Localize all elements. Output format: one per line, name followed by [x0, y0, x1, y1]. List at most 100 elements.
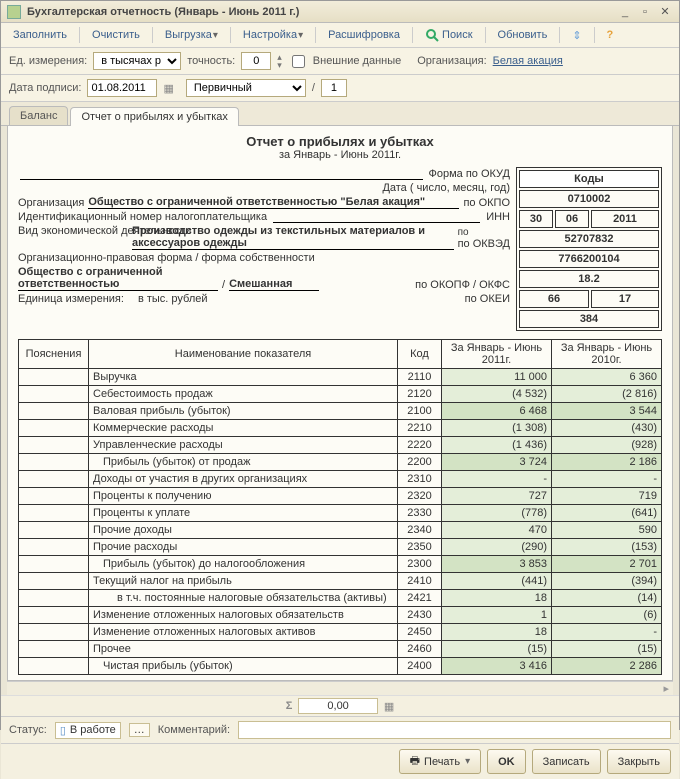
cell-prev[interactable]: 3 544: [552, 403, 662, 420]
save-button[interactable]: Записать: [532, 749, 601, 774]
cell-cur[interactable]: 3 724: [442, 454, 552, 471]
cell-cur[interactable]: 470: [442, 522, 552, 539]
minimize-button[interactable]: _: [617, 5, 633, 19]
cell-name[interactable]: Изменение отложенных налоговых активов: [89, 624, 398, 641]
close-window-button[interactable]: ✕: [657, 5, 673, 19]
table-row[interactable]: Прочие расходы2350(290)(153): [19, 539, 662, 556]
cell-explain[interactable]: [19, 471, 89, 488]
cell-cur[interactable]: (290): [442, 539, 552, 556]
cell-prev[interactable]: 2 186: [552, 454, 662, 471]
cell-prev[interactable]: (641): [552, 505, 662, 522]
cell-prev[interactable]: (430): [552, 420, 662, 437]
cell-code[interactable]: 2120: [398, 386, 442, 403]
cell-name[interactable]: Управленческие расходы: [89, 437, 398, 454]
cell-explain[interactable]: [19, 573, 89, 590]
cell-code[interactable]: 2200: [398, 454, 442, 471]
refresh-button[interactable]: Обновить: [492, 27, 554, 43]
cell-code[interactable]: 2450: [398, 624, 442, 641]
cell-cur[interactable]: 11 000: [442, 369, 552, 386]
report-type-select[interactable]: Первичный: [186, 79, 306, 97]
cell-code[interactable]: 2400: [398, 658, 442, 675]
clear-button[interactable]: Очистить: [86, 27, 146, 43]
cell-code[interactable]: 2220: [398, 437, 442, 454]
cell-code[interactable]: 2410: [398, 573, 442, 590]
cell-prev[interactable]: (15): [552, 641, 662, 658]
table-row[interactable]: Прибыль (убыток) до налогообложения23003…: [19, 556, 662, 573]
table-row[interactable]: Чистая прибыль (убыток)24003 4162 286: [19, 658, 662, 675]
search-button[interactable]: Поиск: [419, 26, 479, 44]
table-row[interactable]: Изменение отложенных налоговых активов24…: [19, 624, 662, 641]
table-row[interactable]: Прочее2460(15)(15): [19, 641, 662, 658]
ok-button[interactable]: OK: [487, 749, 526, 774]
cell-code[interactable]: 2210: [398, 420, 442, 437]
cell-name[interactable]: Прибыль (убыток) до налогообложения: [89, 556, 398, 573]
cell-explain[interactable]: [19, 539, 89, 556]
cell-cur[interactable]: 18: [442, 624, 552, 641]
cell-cur[interactable]: -: [442, 471, 552, 488]
cell-prev[interactable]: 719: [552, 488, 662, 505]
precision-spinner-icon[interactable]: ▴▾: [277, 53, 282, 69]
cell-cur[interactable]: 3 416: [442, 658, 552, 675]
cell-code[interactable]: 2100: [398, 403, 442, 420]
cell-code[interactable]: 2421: [398, 590, 442, 607]
cell-prev[interactable]: (2 816): [552, 386, 662, 403]
cell-code[interactable]: 2340: [398, 522, 442, 539]
cell-prev[interactable]: (928): [552, 437, 662, 454]
cell-explain[interactable]: [19, 369, 89, 386]
cell-cur[interactable]: 18: [442, 590, 552, 607]
cell-cur[interactable]: (15): [442, 641, 552, 658]
print-button[interactable]: 🖶 Печать ▾: [399, 749, 481, 774]
cell-code[interactable]: 2330: [398, 505, 442, 522]
cell-explain[interactable]: [19, 505, 89, 522]
fill-button[interactable]: Заполнить: [7, 27, 73, 43]
cell-name[interactable]: Прочие доходы: [89, 522, 398, 539]
table-row[interactable]: Прибыль (убыток) от продаж22003 7242 186: [19, 454, 662, 471]
cell-cur[interactable]: (1 308): [442, 420, 552, 437]
org-link[interactable]: Белая акация: [493, 55, 563, 67]
table-row[interactable]: Управленческие расходы2220(1 436)(928): [19, 437, 662, 454]
cell-name[interactable]: в т.ч. постоянные налоговые обязательств…: [89, 590, 398, 607]
cell-explain[interactable]: [19, 522, 89, 539]
table-row[interactable]: Доходы от участия в других организациях2…: [19, 471, 662, 488]
cell-code[interactable]: 2320: [398, 488, 442, 505]
cell-cur[interactable]: (1 436): [442, 437, 552, 454]
cell-explain[interactable]: [19, 624, 89, 641]
scroll-right-icon[interactable]: ▸: [663, 682, 669, 695]
expand-icon[interactable]: ⇕: [566, 27, 587, 44]
table-row[interactable]: Прочие доходы2340470590: [19, 522, 662, 539]
cell-explain[interactable]: [19, 488, 89, 505]
cell-prev[interactable]: 2 286: [552, 658, 662, 675]
cell-name[interactable]: Изменение отложенных налоговых обязатель…: [89, 607, 398, 624]
status-more-button[interactable]: …: [129, 723, 150, 737]
cell-prev[interactable]: -: [552, 624, 662, 641]
cell-name[interactable]: Проценты к получению: [89, 488, 398, 505]
table-row[interactable]: Проценты к уплате2330(778)(641): [19, 505, 662, 522]
close-button[interactable]: Закрыть: [607, 749, 671, 774]
cell-name[interactable]: Коммерческие расходы: [89, 420, 398, 437]
cell-explain[interactable]: [19, 556, 89, 573]
cell-explain[interactable]: [19, 641, 89, 658]
cell-explain[interactable]: [19, 403, 89, 420]
cell-explain[interactable]: [19, 454, 89, 471]
cell-cur[interactable]: 3 853: [442, 556, 552, 573]
cell-explain[interactable]: [19, 437, 89, 454]
upload-button[interactable]: Выгрузка▾: [159, 27, 224, 43]
tab-profit-loss[interactable]: Отчет о прибылях и убытках: [70, 107, 238, 126]
cell-name[interactable]: Выручка: [89, 369, 398, 386]
cell-code[interactable]: 2310: [398, 471, 442, 488]
table-row[interactable]: Проценты к получению2320727719: [19, 488, 662, 505]
cell-name[interactable]: Себестоимость продаж: [89, 386, 398, 403]
table-row[interactable]: Текущий налог на прибыль2410(441)(394): [19, 573, 662, 590]
comment-input[interactable]: [238, 721, 671, 739]
cell-cur[interactable]: (441): [442, 573, 552, 590]
external-data-checkbox[interactable]: [292, 55, 305, 68]
date-sign-input[interactable]: [87, 79, 157, 97]
cell-prev[interactable]: (394): [552, 573, 662, 590]
status-select[interactable]: ▯ В работе: [55, 722, 121, 739]
cell-cur[interactable]: 6 468: [442, 403, 552, 420]
calendar-icon[interactable]: ▦: [163, 82, 173, 95]
cell-prev[interactable]: -: [552, 471, 662, 488]
precision-input[interactable]: [241, 52, 271, 70]
cell-name[interactable]: Прочие расходы: [89, 539, 398, 556]
cell-name[interactable]: Проценты к уплате: [89, 505, 398, 522]
